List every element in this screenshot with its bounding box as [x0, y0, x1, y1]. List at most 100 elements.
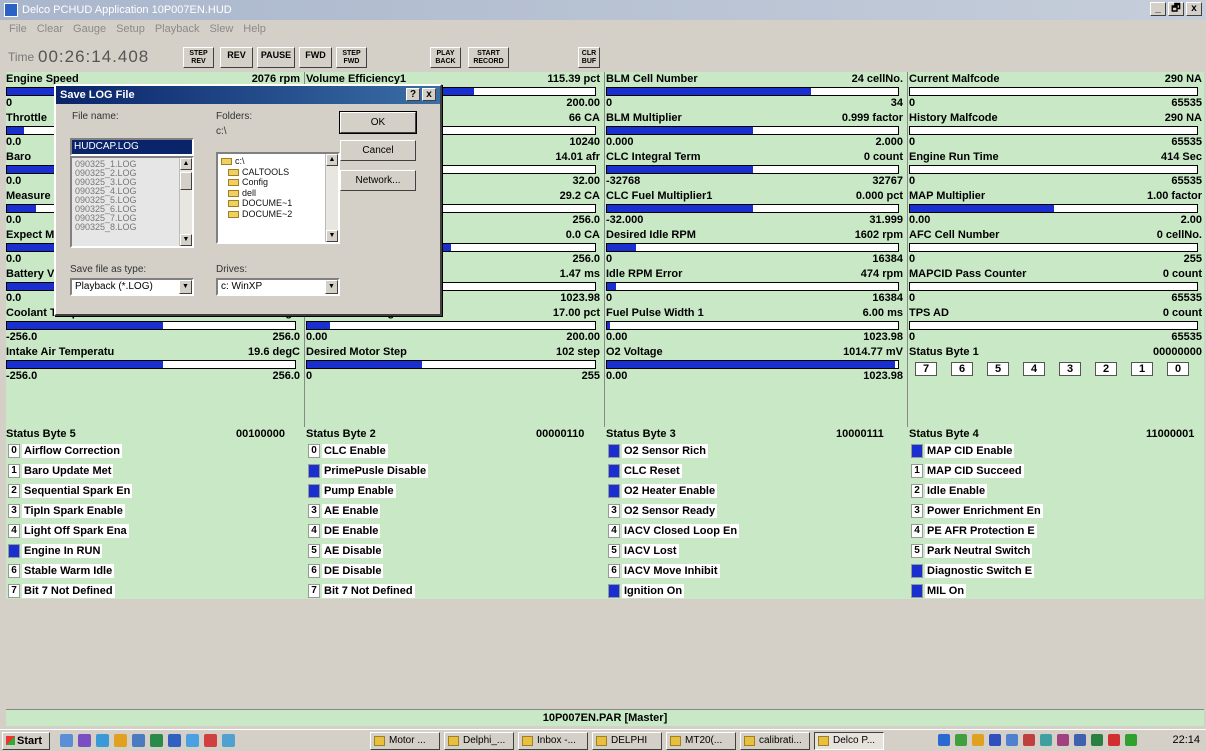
menu-slew[interactable]: Slew — [204, 21, 238, 37]
maximize-button[interactable]: 🗗 — [1168, 2, 1184, 16]
taskbar-task[interactable]: Inbox -... — [518, 732, 588, 750]
tray-icon-5[interactable] — [1006, 734, 1018, 746]
rev-button[interactable]: REV — [220, 47, 253, 68]
tray-icon-3[interactable] — [972, 734, 984, 746]
pause-button[interactable]: PAUSE — [257, 47, 295, 68]
taskbar-task[interactable]: Delphi_... — [444, 732, 514, 750]
file-list[interactable]: 090325_1.LOG 090325_2.LOG 090325_3.LOG 0903… — [70, 156, 194, 248]
taskbar-task[interactable]: Motor ... — [370, 732, 440, 750]
folder-item[interactable]: c:\ — [218, 156, 338, 167]
scroll-down-icon[interactable]: ▼ — [326, 230, 338, 242]
cancel-button[interactable]: Cancel — [340, 140, 416, 161]
gauge-col4-1[interactable]: History Malfcode 290 NA 0 65535 — [909, 111, 1204, 149]
gauge-col4-4[interactable]: AFC Cell Number 0 cellNo. 0 255 — [909, 228, 1204, 266]
folder-list-scrollbar[interactable]: ▲ ▼ — [325, 154, 338, 242]
folder-item[interactable]: dell — [218, 188, 338, 199]
taskbar-task[interactable]: DELPHI — [592, 732, 662, 750]
chevron-down-icon[interactable]: ▼ — [179, 280, 192, 294]
gauge-value: 102 step — [553, 346, 600, 358]
gauge-col3-5[interactable]: Idle RPM Error 474 rpm 0 16384 — [606, 267, 905, 305]
gauge-col3-6[interactable]: Fuel Pulse Width 1 6.00 ms 0.00 1023.98 — [606, 306, 905, 344]
gauge-col3-4[interactable]: Desired Idle RPM 1602 rpm 0 16384 — [606, 228, 905, 266]
gauge-col4-5[interactable]: MAPCID Pass Counter 0 count 0 65535 — [909, 267, 1204, 305]
save-type-select[interactable]: Playback (*.LOG) ▼ — [70, 278, 194, 296]
play-back-button[interactable]: PLAY BACK — [430, 47, 461, 68]
taskbar-task[interactable]: MT20(... — [666, 732, 736, 750]
chevron-down-icon[interactable]: ▼ — [325, 280, 338, 294]
windows-logo-icon — [6, 736, 15, 745]
tray-icon-6[interactable] — [1023, 734, 1035, 746]
scroll-up-icon[interactable]: ▲ — [326, 154, 338, 166]
desktop-icon[interactable] — [60, 734, 73, 747]
help-button[interactable]: ? — [406, 88, 420, 101]
browser-icon[interactable] — [186, 734, 199, 747]
step-rev-button[interactable]: STEP REV — [183, 47, 214, 68]
app-quick-icon[interactable] — [150, 734, 163, 747]
gauge-max: 2.000 — [875, 136, 903, 148]
calc-icon[interactable] — [168, 734, 181, 747]
dialog-close-button[interactable]: x — [422, 88, 436, 101]
start-record-button[interactable]: START RECORD — [468, 47, 509, 68]
tray-icon-9[interactable] — [1074, 734, 1086, 746]
gauge-col3-2[interactable]: CLC Integral Term 0 count -32768 32767 — [606, 150, 905, 188]
gauge-col3-3[interactable]: CLC Fuel Multiplier1 0.000 pct -32.000 31.9… — [606, 189, 905, 227]
tray-icon-2[interactable] — [955, 734, 967, 746]
folder-item[interactable]: DOCUME~2 — [218, 209, 338, 220]
scroll-thumb[interactable] — [180, 172, 192, 190]
ie-icon[interactable] — [96, 734, 109, 747]
gauge-col4-0[interactable]: Current Malfcode 290 NA 0 65535 — [909, 72, 1204, 110]
ok-button[interactable]: OK — [339, 111, 417, 134]
gauge-col3-7[interactable]: O2 Voltage 1014.77 mV 0.00 1023.98 — [606, 345, 905, 383]
visual-studio-icon[interactable] — [78, 734, 91, 747]
close-button[interactable]: x — [1186, 2, 1202, 16]
explorer-icon[interactable] — [132, 734, 145, 747]
outlook-icon[interactable] — [114, 734, 127, 747]
gauge-col2-7[interactable]: Desired Motor Step 102 step 0 255 — [306, 345, 602, 383]
folder-item[interactable]: Config — [218, 177, 338, 188]
file-list-scrollbar[interactable]: ▲ ▼ — [179, 158, 192, 246]
step-fwd-button[interactable]: STEP FWD — [336, 47, 367, 68]
menu-help[interactable]: Help — [238, 21, 271, 37]
drives-select[interactable]: c: WinXP ▼ — [216, 278, 340, 296]
gauge-col3-0[interactable]: BLM Cell Number 24 cellNo. 0 34 — [606, 72, 905, 110]
folder-name: dell — [242, 187, 257, 198]
folder-list[interactable]: c:\ CALTOOLS Config dell DOCUME~1 DOCUME~2 ▲ ▼ — [216, 152, 340, 244]
folder-item[interactable]: DOCUME~1 — [218, 198, 338, 209]
clr-buf-button[interactable]: CLR BUF — [578, 47, 600, 68]
menu-setup[interactable]: Setup — [111, 21, 150, 37]
taskbar-task[interactable]: Delco P... — [814, 732, 884, 750]
start-button[interactable]: Start — [2, 732, 50, 750]
network-icon[interactable] — [222, 734, 235, 747]
media-icon[interactable] — [204, 734, 217, 747]
menu-playback[interactable]: Playback — [150, 21, 205, 37]
tray-icon-1[interactable] — [938, 734, 950, 746]
gauge-max: 65535 — [1171, 136, 1202, 148]
gmail-icon[interactable] — [1108, 734, 1120, 746]
menu-gauge[interactable]: Gauge — [68, 21, 111, 37]
scroll-up-icon[interactable]: ▲ — [180, 158, 192, 170]
tray-icon-8[interactable] — [1057, 734, 1069, 746]
gauge-col3-1[interactable]: BLM Multiplier 0.999 factor 0.000 2.000 — [606, 111, 905, 149]
fwd-button[interactable]: FWD — [299, 47, 332, 68]
menu-clear[interactable]: Clear — [32, 21, 68, 37]
menu-file[interactable]: File — [4, 21, 32, 37]
tray-icon-7[interactable] — [1040, 734, 1052, 746]
gauge-min: 0.0 — [6, 136, 22, 148]
tray-icon-10[interactable] — [1091, 734, 1103, 746]
signal-icon[interactable] — [1125, 734, 1137, 746]
gauge-col4-2[interactable]: Engine Run Time 414 Sec 0 65535 — [909, 150, 1204, 188]
tray-icon-4[interactable] — [989, 734, 1001, 746]
minimize-button[interactable]: _ — [1150, 2, 1166, 16]
gauge-col4-6[interactable]: TPS AD 0 count 0 65535 — [909, 306, 1204, 344]
gauge-bar — [909, 165, 1198, 174]
gauge-col1-7[interactable]: Intake Air Temperatu 19.6 degC -256.0 256.0 — [6, 345, 302, 383]
scroll-down-icon[interactable]: ▼ — [180, 234, 192, 246]
taskbar-task[interactable]: calibrati... — [740, 732, 810, 750]
file-name-input[interactable]: HUDCAP.LOG — [70, 138, 194, 156]
gauge-col4-3[interactable]: MAP Multiplier 1.00 factor 0.00 2.00 — [909, 189, 1204, 227]
network-button[interactable]: Network... — [340, 170, 416, 191]
folder-name: c:\ — [235, 156, 245, 166]
folder-item[interactable]: CALTOOLS — [218, 167, 338, 178]
file-item[interactable]: 090325_8.LOG — [72, 223, 192, 232]
gauge-min: 0 — [909, 97, 916, 109]
